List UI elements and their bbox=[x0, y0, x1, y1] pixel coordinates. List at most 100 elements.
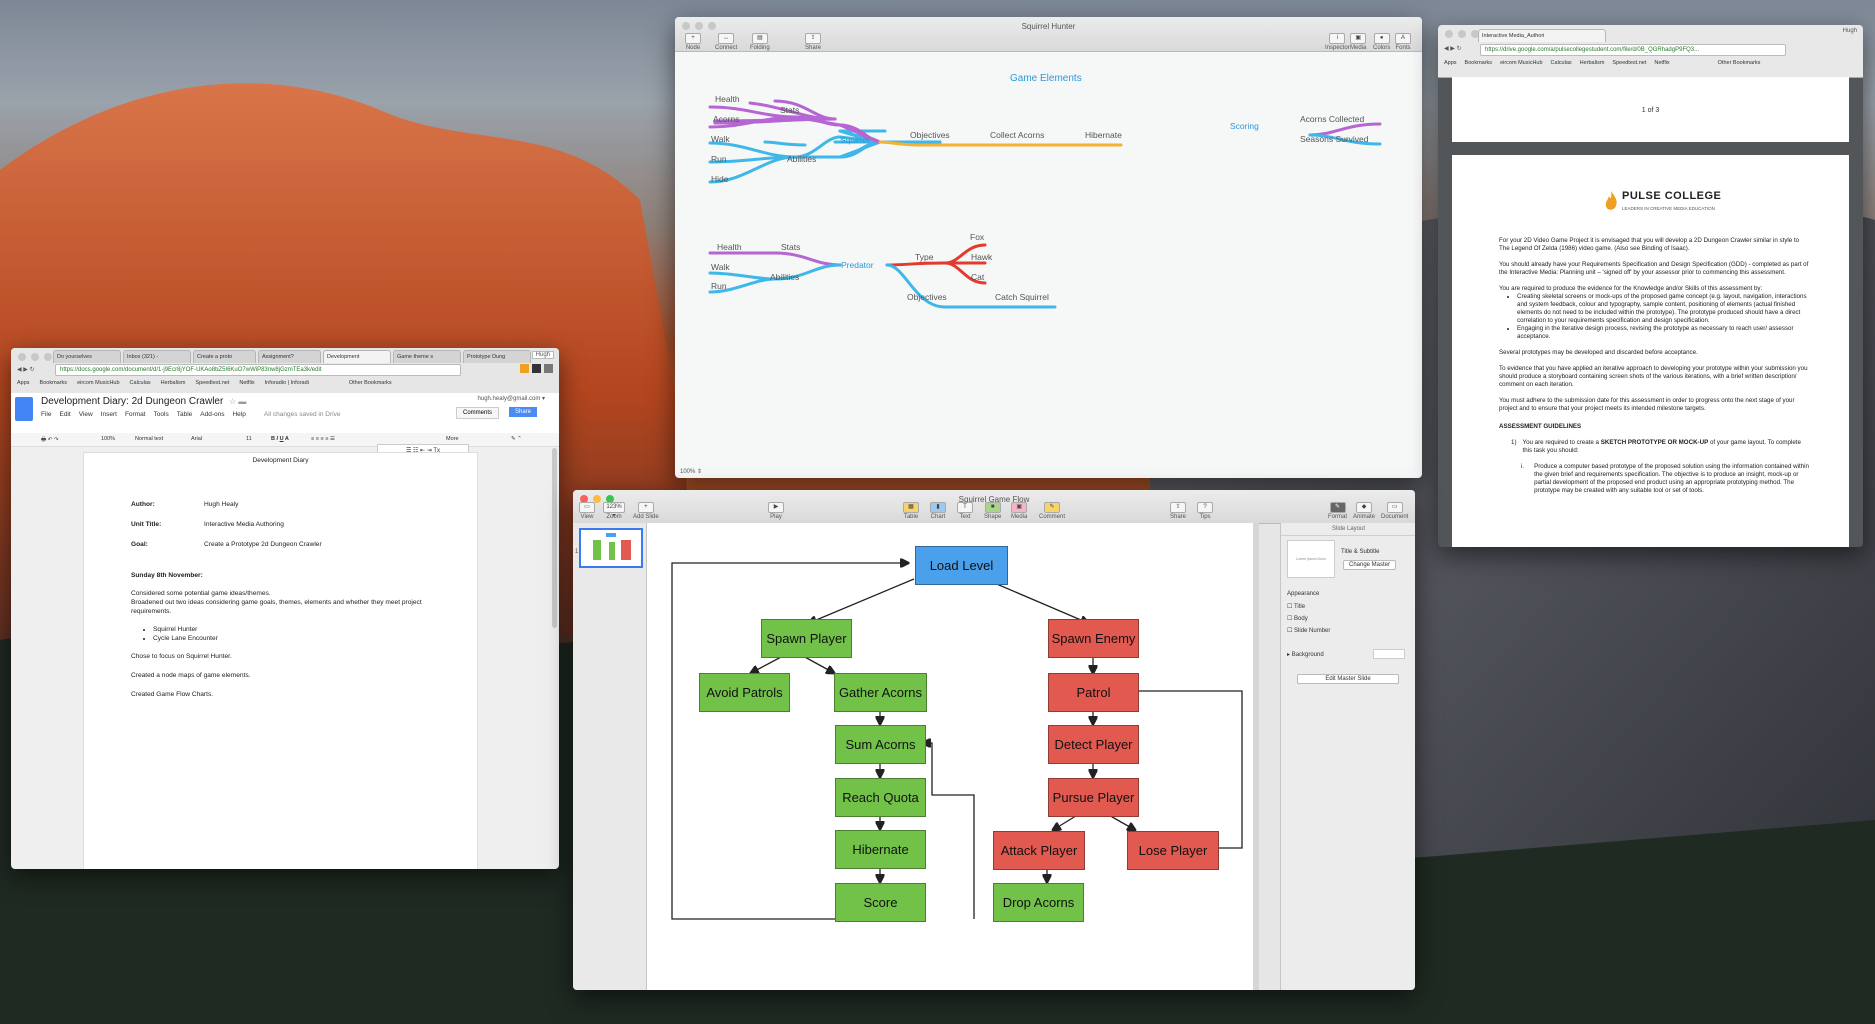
node-predator-abilities[interactable]: Abilities bbox=[770, 272, 799, 282]
bookmark[interactable]: Bookmarks bbox=[40, 380, 68, 386]
bookmark[interactable]: Netflix bbox=[239, 380, 254, 386]
node-predator-run[interactable]: Run bbox=[711, 281, 727, 291]
share-tool[interactable]: ⇪ Share bbox=[1170, 502, 1186, 520]
bookmark[interactable]: Apps bbox=[1444, 60, 1457, 66]
menu-file[interactable]: File bbox=[41, 411, 51, 418]
background-color-well[interactable] bbox=[1373, 649, 1405, 659]
flow-node-spawn-enemy[interactable]: Spawn Enemy bbox=[1048, 619, 1139, 658]
bookmark[interactable]: Herbalism bbox=[161, 380, 186, 386]
node-hide[interactable]: Hide bbox=[711, 174, 728, 184]
node-acorns[interactable]: Acorns bbox=[713, 114, 739, 124]
node-acorns-collected[interactable]: Acorns Collected bbox=[1300, 114, 1364, 124]
size-select[interactable]: 11 bbox=[246, 436, 252, 442]
menu-tools[interactable]: Tools bbox=[154, 411, 169, 418]
node-hibernate[interactable]: Hibernate bbox=[1085, 130, 1122, 140]
flow-node-lose-player[interactable]: Lose Player bbox=[1127, 831, 1219, 870]
node-type[interactable]: Type bbox=[915, 252, 933, 262]
scrollbar[interactable] bbox=[552, 448, 557, 628]
bookmark[interactable]: Herbalism bbox=[1580, 60, 1605, 66]
node-scoring[interactable]: Scoring bbox=[1230, 121, 1259, 131]
browser-tab[interactable]: Interactive Media_Authori bbox=[1478, 29, 1606, 42]
node-predator[interactable]: Predator bbox=[841, 260, 874, 270]
node-objectives[interactable]: Objectives bbox=[910, 130, 950, 140]
comments-button[interactable]: Comments bbox=[455, 407, 499, 419]
document-title[interactable]: Development Diary: 2d Dungeon Crawler bbox=[41, 396, 223, 407]
flow-node-sum-acorns[interactable]: Sum Acorns bbox=[835, 725, 926, 764]
flow-node-spawn-player[interactable]: Spawn Player bbox=[761, 619, 852, 658]
browser-tab[interactable]: Do yourselves bbox=[53, 350, 121, 363]
node-predator-stats[interactable]: Stats bbox=[781, 242, 800, 252]
bookmark[interactable]: Inforadio | Inforadi bbox=[265, 380, 309, 386]
play-button[interactable]: ▶ Play bbox=[768, 502, 784, 520]
node-predator-walk[interactable]: Walk bbox=[711, 262, 730, 272]
bookmark[interactable]: Calculas bbox=[130, 380, 151, 386]
animate-tab[interactable]: ◆ Animate bbox=[1353, 502, 1375, 520]
flow-node-load-level[interactable]: Load Level bbox=[915, 546, 1008, 585]
tips-tool[interactable]: ? Tips bbox=[1197, 502, 1213, 520]
menu-view[interactable]: View bbox=[79, 411, 93, 418]
print-icon[interactable]: 🖶 ↶ ↷ bbox=[41, 436, 58, 445]
media-tool[interactable]: ▣ Media bbox=[1011, 502, 1027, 520]
node-seasons-survived[interactable]: Seasons Survived bbox=[1300, 134, 1369, 144]
flow-node-score[interactable]: Score bbox=[835, 883, 926, 922]
node-squirrel[interactable]: Squirrel bbox=[840, 135, 869, 145]
account-email[interactable]: hugh.healy@gmail.com ▾ bbox=[478, 395, 545, 402]
menu-table[interactable]: Table bbox=[177, 411, 193, 418]
node-collect-acorns[interactable]: Collect Acorns bbox=[990, 130, 1044, 140]
shape-tool[interactable]: ■ Shape bbox=[984, 502, 1001, 520]
node-cat[interactable]: Cat bbox=[971, 272, 984, 282]
zoom-level[interactable]: 100% ⇕ bbox=[680, 468, 702, 475]
node-stats[interactable]: Stats bbox=[780, 105, 799, 115]
flow-node-drop-acorns[interactable]: Drop Acorns bbox=[993, 883, 1084, 922]
browser-tab[interactable]: Inbox (321) - bbox=[123, 350, 191, 363]
bold-button[interactable]: B I U A bbox=[271, 436, 289, 442]
flow-node-hibernate[interactable]: Hibernate bbox=[835, 830, 926, 869]
title-checkbox[interactable]: ☐ Title bbox=[1287, 603, 1305, 610]
view-tool[interactable]: ▭ View bbox=[579, 502, 595, 520]
text-tool[interactable]: T Text bbox=[957, 502, 973, 520]
bookmark[interactable]: Bookmarks bbox=[1465, 60, 1493, 66]
background-disclosure[interactable]: ▸ Background bbox=[1287, 651, 1324, 658]
edit-master-button[interactable]: Edit Master Slide bbox=[1297, 674, 1399, 684]
node-predator-health[interactable]: Health bbox=[717, 242, 742, 252]
bookmark[interactable]: Calculas bbox=[1551, 60, 1572, 66]
zoom-select[interactable]: 100% bbox=[101, 436, 115, 442]
menu-format[interactable]: Format bbox=[125, 411, 146, 418]
flow-node-detect-player[interactable]: Detect Player bbox=[1048, 725, 1139, 764]
menu-help[interactable]: Help bbox=[232, 411, 245, 418]
pencil-icon[interactable]: ✎ ⌃ bbox=[511, 436, 522, 442]
node-catch-squirrel[interactable]: Catch Squirrel bbox=[995, 292, 1049, 302]
document-tab[interactable]: ▭ Document bbox=[1381, 502, 1408, 520]
menu-insert[interactable]: Insert bbox=[101, 411, 117, 418]
browser-tab[interactable]: Assignment? bbox=[258, 350, 321, 363]
extension-icon[interactable] bbox=[532, 364, 541, 373]
bookmark[interactable]: Other Bookmarks bbox=[1718, 60, 1761, 66]
extension-icon[interactable] bbox=[544, 364, 553, 373]
font-select[interactable]: Arial bbox=[191, 436, 202, 442]
nav-buttons[interactable]: ◀ ▶ ↻ bbox=[1444, 45, 1462, 52]
add-slide-tool[interactable]: + Add Slide bbox=[633, 502, 659, 520]
browser-tab[interactable]: Development bbox=[323, 350, 391, 363]
more-button[interactable]: More bbox=[446, 436, 459, 442]
format-tab[interactable]: ✎ Format bbox=[1328, 502, 1347, 520]
slide-number-checkbox[interactable]: ☐ Slide Number bbox=[1287, 627, 1330, 634]
flow-node-pursue-player[interactable]: Pursue Player bbox=[1048, 778, 1139, 817]
star-icon[interactable]: ☆ ▬ bbox=[229, 397, 246, 406]
zoom-tool[interactable]: 123% ▾ Zoom bbox=[603, 502, 625, 520]
browser-tab[interactable]: Prototype Dung bbox=[463, 350, 531, 363]
bookmark[interactable]: eircom MusicHub bbox=[77, 380, 119, 386]
flow-node-gather-acorns[interactable]: Gather Acorns bbox=[834, 673, 927, 712]
bookmark[interactable]: Other Bookmarks bbox=[349, 380, 392, 386]
node-walk[interactable]: Walk bbox=[711, 134, 730, 144]
change-master-button[interactable]: Change Master bbox=[1343, 560, 1397, 570]
body-checkbox[interactable]: ☐ Body bbox=[1287, 615, 1308, 622]
align-buttons[interactable]: ≡ ≡ ≡ ≡ ☰ bbox=[311, 436, 335, 442]
comment-tool[interactable]: ✎ Comment bbox=[1039, 502, 1065, 520]
slide[interactable]: Load Level Spawn Player Avoid Patrols Ga… bbox=[647, 523, 1253, 990]
chart-tool[interactable]: ▮ Chart bbox=[930, 502, 946, 520]
close-button[interactable] bbox=[1445, 30, 1453, 38]
table-tool[interactable]: ▦ Table bbox=[903, 502, 919, 520]
bookmark[interactable]: Apps bbox=[17, 380, 30, 386]
share-button[interactable]: Share bbox=[508, 407, 537, 417]
nav-buttons[interactable]: ◀ ▶ ↻ bbox=[17, 366, 35, 373]
